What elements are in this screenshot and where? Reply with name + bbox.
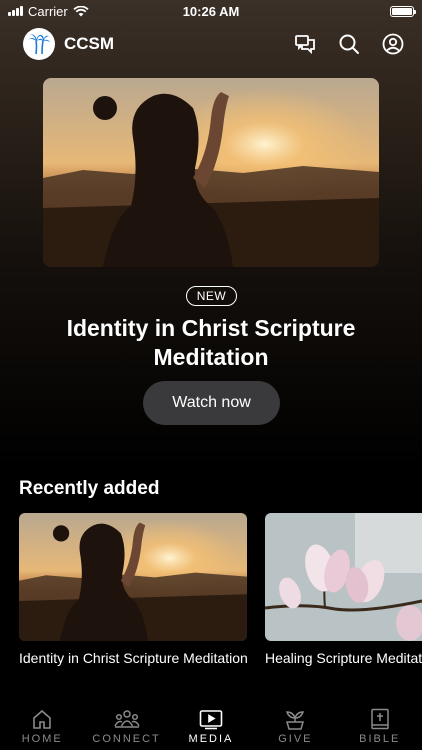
new-badge: NEW (186, 286, 237, 306)
woman-sunset-photo (43, 78, 379, 267)
search-icon[interactable] (338, 33, 360, 55)
people-icon (113, 710, 140, 728)
palm-tree-icon (28, 34, 50, 55)
signal-icon (8, 6, 23, 16)
chat-icon[interactable] (294, 33, 316, 55)
media-card-title: Identity in Christ Scripture Meditation (19, 650, 247, 666)
carrier-label: Carrier (28, 3, 68, 19)
bible-icon (371, 708, 389, 730)
media-thumbnail (265, 513, 422, 641)
wifi-icon (73, 5, 89, 16)
brand-name: CCSM (64, 34, 115, 53)
woman-sunset-photo (19, 513, 247, 641)
battery-icon (390, 5, 416, 17)
ccsm-logo[interactable] (23, 28, 55, 60)
profile-icon[interactable] (382, 33, 404, 55)
media-card[interactable]: Healing Scripture Meditation (265, 513, 422, 666)
app-header: CCSM (0, 26, 422, 62)
media-card[interactable]: Identity in Christ Scripture Meditation (19, 513, 247, 666)
recently-added-heading: Recently added (19, 478, 160, 499)
tab-give[interactable]: GIVE (253, 708, 337, 745)
tab-connect[interactable]: CONNECT (85, 708, 169, 745)
tab-bible[interactable]: BIBLE (338, 708, 422, 745)
tab-label: BIBLE (359, 733, 401, 745)
watch-now-button[interactable]: Watch now (143, 381, 280, 425)
tab-label: GIVE (278, 733, 313, 745)
tab-bar: HOME CONNECT MEDIA GIVE BIBLE (0, 700, 422, 750)
status-bar: Carrier 10:26 AM (0, 0, 422, 22)
tab-label: HOME (21, 733, 63, 745)
tab-label: MEDIA (188, 733, 234, 745)
tab-label: CONNECT (92, 733, 161, 745)
media-thumbnail (19, 513, 247, 641)
hero-title: Identity in Christ Scripture Meditation (66, 315, 356, 370)
media-card-title: Healing Scripture Meditation (265, 650, 422, 666)
play-icon (199, 710, 223, 730)
hero-image[interactable] (43, 78, 379, 267)
home-icon (33, 709, 51, 729)
tab-media[interactable]: MEDIA (169, 708, 253, 745)
tab-home[interactable]: HOME (0, 708, 84, 745)
magnolia-photo (265, 513, 422, 641)
sprout-icon (286, 711, 305, 730)
